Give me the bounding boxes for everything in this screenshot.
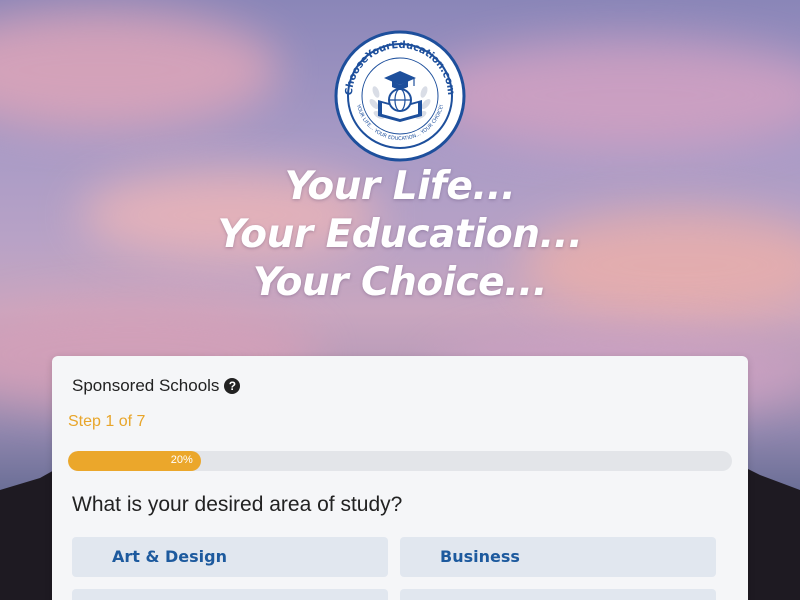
step-indicator: Step 1 of 7: [68, 413, 146, 430]
progress-bar-fill: 20%: [68, 451, 201, 471]
hero-line-1: Your Life...: [284, 164, 516, 209]
sponsored-schools-text: Sponsored Schools: [72, 376, 220, 395]
sponsored-schools-label: Sponsored Schools ?: [72, 376, 241, 396]
option-button[interactable]: [400, 589, 716, 600]
option-button[interactable]: [72, 589, 388, 600]
question-text: What is your desired area of study?: [72, 493, 403, 516]
progress-bar: 20%: [68, 451, 732, 471]
option-art-design-button[interactable]: Art & Design: [72, 537, 388, 577]
study-form-card: Sponsored Schools ? Step 1 of 7 20% What…: [52, 356, 748, 600]
background-cloud: [420, 40, 800, 150]
hero-line-3: Your Choice...: [252, 260, 548, 305]
hero-line-2: Your Education...: [217, 212, 583, 257]
option-business-button[interactable]: Business: [400, 537, 716, 577]
page-background: ChooseYourEducation.com YOUR LIFE... YOU…: [0, 0, 800, 600]
site-logo: ChooseYourEducation.com YOUR LIFE... YOU…: [334, 30, 466, 162]
background-cloud: [0, 10, 280, 130]
progress-percent-label: 20%: [170, 454, 193, 466]
question-circle-icon[interactable]: ?: [224, 378, 241, 394]
